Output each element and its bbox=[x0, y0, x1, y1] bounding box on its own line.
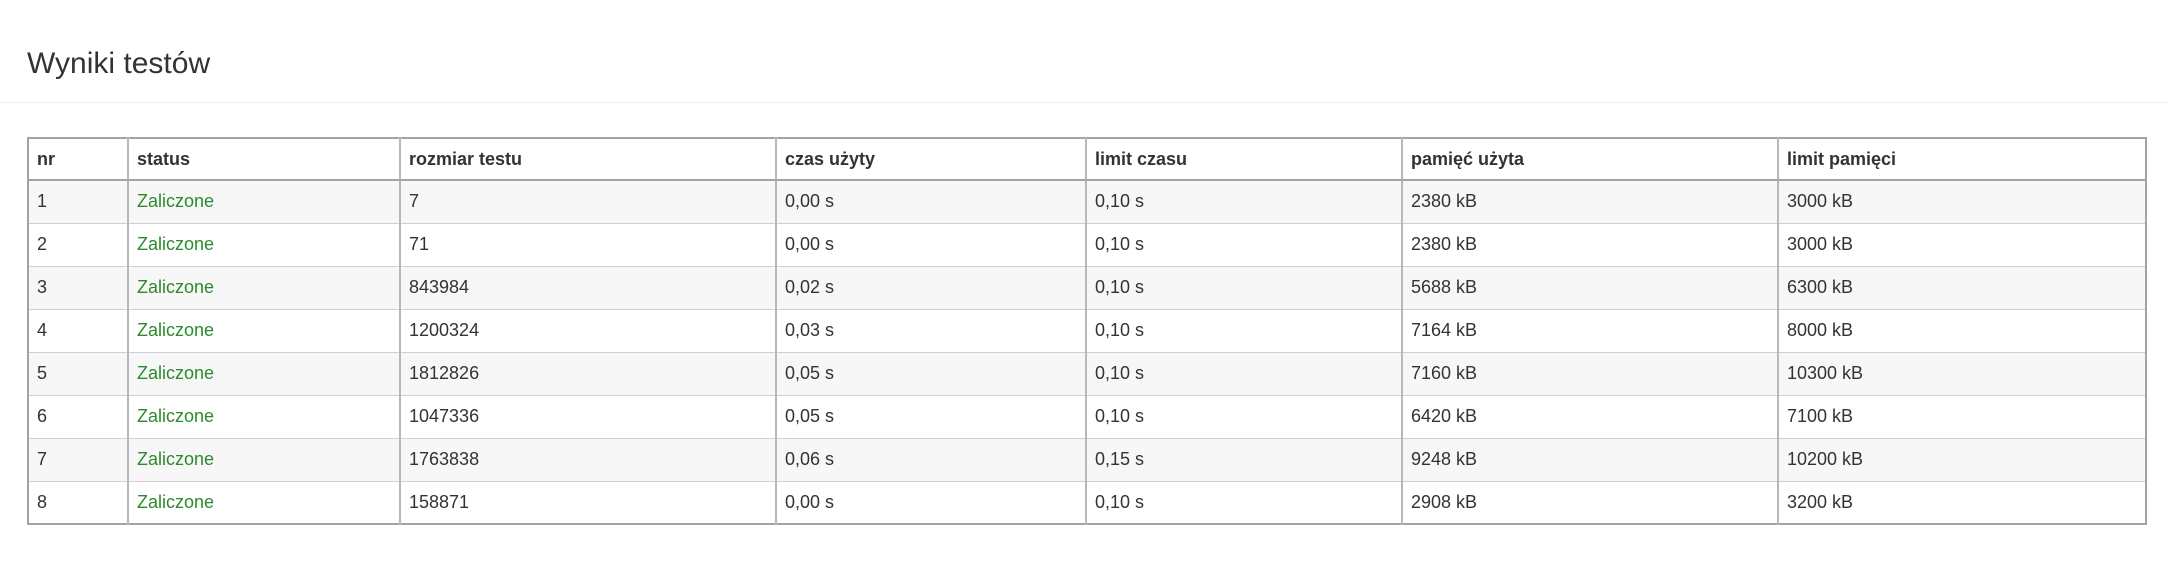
cell-time-limit: 0,10 s bbox=[1085, 351, 1403, 396]
column-header-time-used: czas użyty bbox=[775, 137, 1087, 181]
page-header: Wyniki testów bbox=[0, 0, 2168, 103]
page-title: Wyniki testów bbox=[27, 47, 211, 80]
column-header-size: rozmiar testu bbox=[399, 137, 777, 181]
table-row: 7 Zaliczone 1763838 0,06 s 0,15 s 9248 k… bbox=[27, 437, 2147, 482]
cell-size: 1200324 bbox=[399, 308, 777, 353]
cell-time-used: 0,06 s bbox=[775, 437, 1087, 482]
table-row: 1 Zaliczone 7 0,00 s 0,10 s 2380 kB 3000… bbox=[27, 179, 2147, 224]
cell-memory-limit: 3000 kB bbox=[1777, 179, 2147, 224]
column-header-memory-limit: limit pamięci bbox=[1777, 137, 2147, 181]
cell-nr: 7 bbox=[27, 437, 129, 482]
column-header-time-limit: limit czasu bbox=[1085, 137, 1403, 181]
cell-time-limit: 0,10 s bbox=[1085, 308, 1403, 353]
cell-nr: 6 bbox=[27, 394, 129, 439]
cell-time-limit: 0,10 s bbox=[1085, 222, 1403, 267]
cell-memory-used: 7164 kB bbox=[1401, 308, 1779, 353]
cell-nr: 5 bbox=[27, 351, 129, 396]
cell-memory-used: 7160 kB bbox=[1401, 351, 1779, 396]
status-passed: Zaliczone bbox=[127, 308, 401, 353]
status-passed: Zaliczone bbox=[127, 394, 401, 439]
cell-time-used: 0,00 s bbox=[775, 480, 1087, 525]
cell-time-used: 0,05 s bbox=[775, 351, 1087, 396]
cell-time-used: 0,03 s bbox=[775, 308, 1087, 353]
cell-nr: 1 bbox=[27, 179, 129, 224]
cell-size: 158871 bbox=[399, 480, 777, 525]
cell-memory-limit: 10300 kB bbox=[1777, 351, 2147, 396]
cell-nr: 4 bbox=[27, 308, 129, 353]
cell-memory-used: 2380 kB bbox=[1401, 222, 1779, 267]
cell-time-limit: 0,15 s bbox=[1085, 437, 1403, 482]
cell-nr: 2 bbox=[27, 222, 129, 267]
column-header-memory-used: pamięć użyta bbox=[1401, 137, 1779, 181]
cell-size: 843984 bbox=[399, 265, 777, 310]
cell-memory-limit: 3000 kB bbox=[1777, 222, 2147, 267]
cell-size: 71 bbox=[399, 222, 777, 267]
column-header-status: status bbox=[127, 137, 401, 181]
cell-memory-limit: 6300 kB bbox=[1777, 265, 2147, 310]
cell-memory-used: 2380 kB bbox=[1401, 179, 1779, 224]
table-header-row: nr status rozmiar testu czas użyty limit… bbox=[27, 137, 2147, 181]
cell-time-limit: 0,10 s bbox=[1085, 179, 1403, 224]
cell-memory-limit: 7100 kB bbox=[1777, 394, 2147, 439]
table-row: 2 Zaliczone 71 0,00 s 0,10 s 2380 kB 300… bbox=[27, 222, 2147, 267]
status-passed: Zaliczone bbox=[127, 265, 401, 310]
cell-time-used: 0,02 s bbox=[775, 265, 1087, 310]
cell-size: 1812826 bbox=[399, 351, 777, 396]
table-row: 3 Zaliczone 843984 0,02 s 0,10 s 5688 kB… bbox=[27, 265, 2147, 310]
status-passed: Zaliczone bbox=[127, 222, 401, 267]
cell-time-limit: 0,10 s bbox=[1085, 394, 1403, 439]
cell-memory-limit: 3200 kB bbox=[1777, 480, 2147, 525]
cell-time-limit: 0,10 s bbox=[1085, 480, 1403, 525]
table-row: 5 Zaliczone 1812826 0,05 s 0,10 s 7160 k… bbox=[27, 351, 2147, 396]
cell-nr: 3 bbox=[27, 265, 129, 310]
cell-size: 1047336 bbox=[399, 394, 777, 439]
cell-time-used: 0,00 s bbox=[775, 179, 1087, 224]
cell-time-used: 0,00 s bbox=[775, 222, 1087, 267]
status-passed: Zaliczone bbox=[127, 480, 401, 525]
cell-memory-limit: 10200 kB bbox=[1777, 437, 2147, 482]
status-passed: Zaliczone bbox=[127, 437, 401, 482]
cell-memory-used: 6420 kB bbox=[1401, 394, 1779, 439]
status-passed: Zaliczone bbox=[127, 179, 401, 224]
cell-memory-used: 2908 kB bbox=[1401, 480, 1779, 525]
cell-memory-limit: 8000 kB bbox=[1777, 308, 2147, 353]
column-header-nr: nr bbox=[27, 137, 129, 181]
test-results-table: nr status rozmiar testu czas użyty limit… bbox=[27, 137, 2147, 525]
cell-nr: 8 bbox=[27, 480, 129, 525]
status-passed: Zaliczone bbox=[127, 351, 401, 396]
cell-time-limit: 0,10 s bbox=[1085, 265, 1403, 310]
cell-time-used: 0,05 s bbox=[775, 394, 1087, 439]
table-row: 8 Zaliczone 158871 0,00 s 0,10 s 2908 kB… bbox=[27, 480, 2147, 525]
cell-memory-used: 5688 kB bbox=[1401, 265, 1779, 310]
cell-size: 7 bbox=[399, 179, 777, 224]
cell-size: 1763838 bbox=[399, 437, 777, 482]
cell-memory-used: 9248 kB bbox=[1401, 437, 1779, 482]
table-row: 4 Zaliczone 1200324 0,03 s 0,10 s 7164 k… bbox=[27, 308, 2147, 353]
table-row: 6 Zaliczone 1047336 0,05 s 0,10 s 6420 k… bbox=[27, 394, 2147, 439]
